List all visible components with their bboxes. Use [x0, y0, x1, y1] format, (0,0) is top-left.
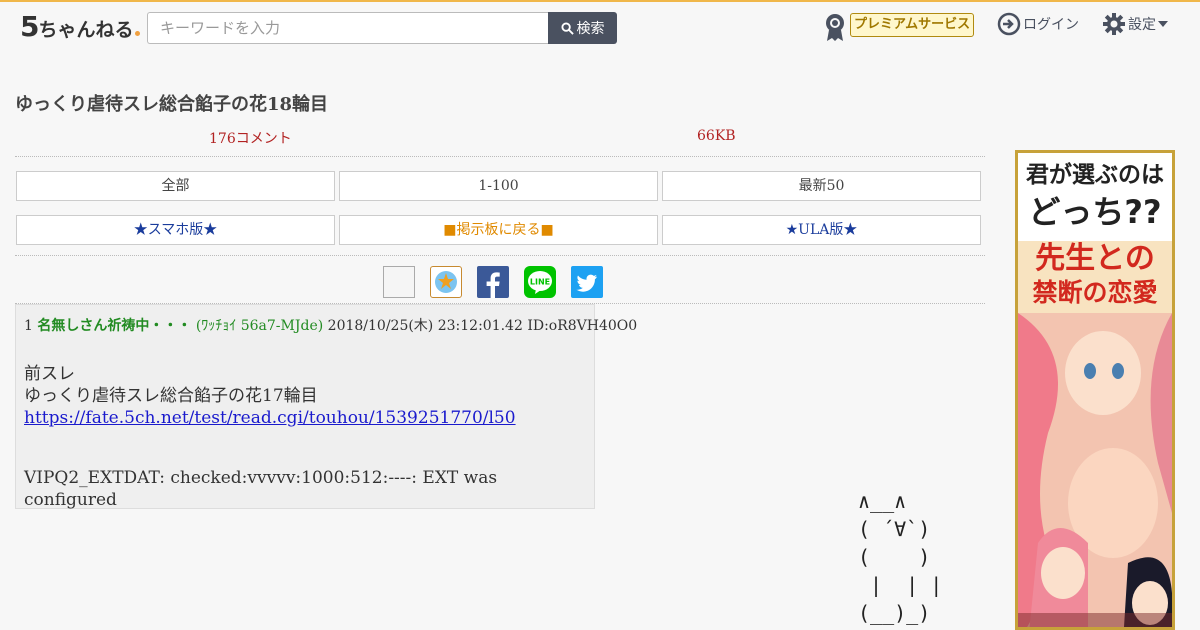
post-line: VIPQ2_EXTDAT: checked:vvvvv:1000:512:---…: [24, 468, 498, 510]
facebook-share-icon[interactable]: [477, 266, 509, 298]
ad-line: 君が選ぶのは: [1026, 162, 1164, 188]
svg-text:LINE: LINE: [530, 278, 550, 287]
gear-icon: [1103, 13, 1125, 35]
logo-text: ちゃんねる: [38, 19, 134, 41]
search-input[interactable]: [147, 12, 549, 44]
ascii-art: ∧__∧ ( ´∀`) ( ) | | | (__)_): [858, 489, 943, 625]
header: 5ちゃんねる 検索 プレミアムサービス ログイン 設定: [0, 0, 1200, 51]
login-icon: [997, 12, 1021, 36]
ad-headline: 君が選ぶのは どっち??: [1018, 153, 1172, 241]
login-link[interactable]: ログイン: [997, 12, 1079, 36]
ad-line: どっち??: [1028, 193, 1162, 231]
post-number[interactable]: 1: [24, 318, 33, 334]
premium-service-button[interactable]: プレミアムサービス: [850, 13, 975, 37]
thread-title: ゆっくり虐待スレ総合餡子の花18輪目: [15, 94, 329, 115]
post-line: ゆっくり虐待スレ総合餡子の花17輪目: [24, 386, 318, 406]
settings-menu[interactable]: 設定: [1102, 12, 1168, 36]
view-all-button[interactable]: 全部: [16, 171, 335, 201]
ad-subheadline: 先生との 禁断の恋愛: [1018, 241, 1172, 313]
post-body: 前スレ ゆっくり虐待スレ総合餡子の花17輪目 https://fate.5ch.…: [24, 363, 594, 511]
search-icon: [560, 21, 574, 35]
post-date: 2018/10/25(木) 23:12:01.42: [327, 318, 523, 334]
previous-thread-link[interactable]: https://fate.5ch.net/test/read.cgi/touho…: [24, 408, 516, 428]
site-logo[interactable]: 5ちゃんねる: [20, 10, 140, 43]
poster-name: 名無しさん祈祷中・・・: [37, 318, 192, 334]
post-line: 前スレ: [24, 364, 75, 384]
ad-banner[interactable]: 君が選ぶのは どっち?? 先生との 禁断の恋愛: [1015, 150, 1175, 630]
ula-version-button[interactable]: ★ULA版★: [662, 215, 981, 245]
view-1-100-button[interactable]: 1-100: [339, 171, 658, 201]
post-header: 1 名無しさん祈祷中・・・ (ﾜｯﾁｮｲ 56a7-MJde) 2018/10/…: [24, 315, 637, 335]
premium-medal-icon: [826, 14, 844, 41]
ad-line: 先生との: [1035, 241, 1155, 276]
ad-illustration: [1018, 313, 1172, 627]
poster-id[interactable]: ID:oR8VH40O0: [527, 318, 637, 334]
settings-label: 設定: [1128, 17, 1156, 33]
bookmark-share-icon[interactable]: [430, 266, 462, 298]
line-share-icon[interactable]: LINE: [524, 266, 556, 298]
ad-line: 禁断の恋愛: [1032, 278, 1158, 307]
divider: [15, 156, 985, 157]
caret-down-icon: [1158, 21, 1168, 27]
divider: [15, 255, 985, 256]
search-button-label: 検索: [576, 21, 605, 37]
back-to-board-button[interactable]: ■掲示板に戻る■: [339, 215, 658, 245]
post: 1 名無しさん祈祷中・・・ (ﾜｯﾁｮｲ 56a7-MJde) 2018/10/…: [15, 304, 637, 511]
search-button[interactable]: 検索: [548, 12, 617, 44]
view-latest50-button[interactable]: 最新50: [662, 171, 981, 201]
broken-image-icon[interactable]: [383, 266, 415, 298]
smartphone-version-button[interactable]: ★スマホ版★: [16, 215, 335, 245]
twitter-share-icon[interactable]: [571, 266, 603, 298]
logo-five: 5: [20, 10, 40, 43]
login-label: ログイン: [1023, 17, 1079, 33]
poster-trip: (ﾜｯﾁｮｲ 56a7-MJde): [195, 318, 324, 334]
thread-size: 66KB: [697, 128, 736, 144]
comment-count: 176コメント: [209, 131, 292, 147]
logo-dot: [134, 31, 140, 36]
